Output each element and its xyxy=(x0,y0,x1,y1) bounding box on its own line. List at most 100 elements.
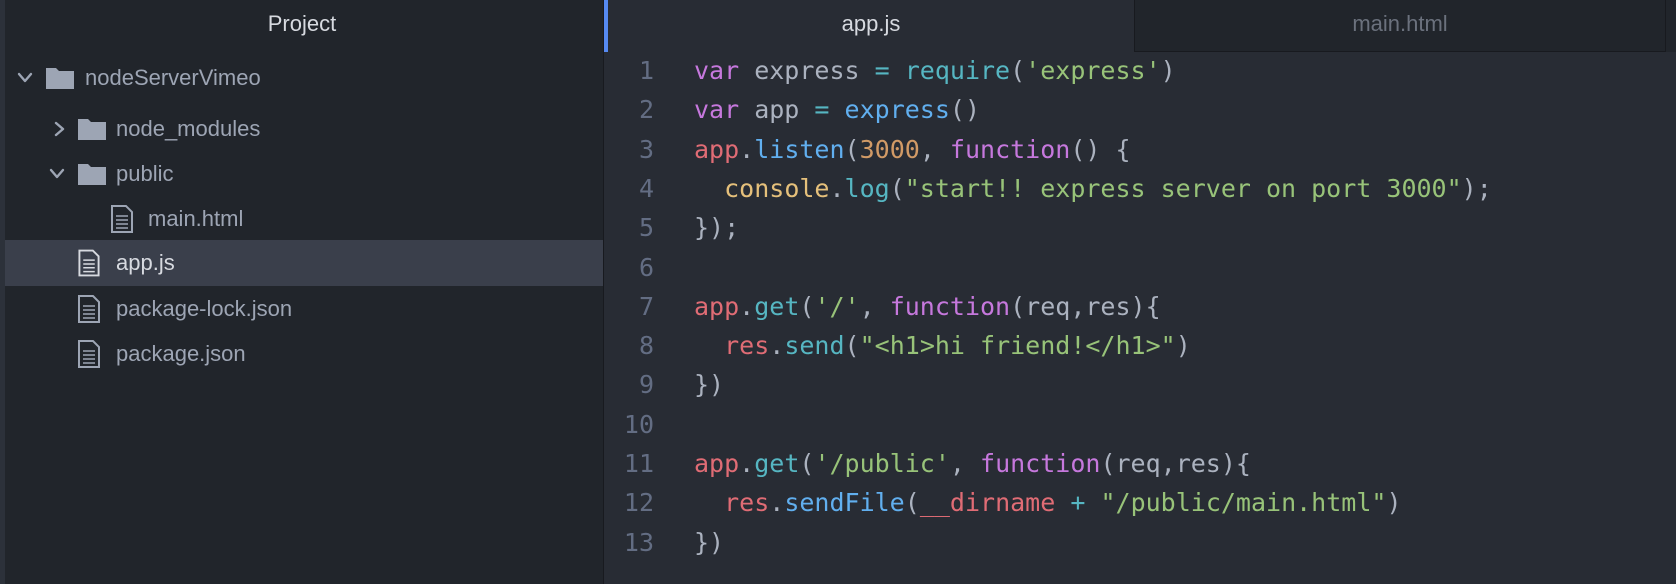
code-line: 11 app.get('/public', function(req,res){ xyxy=(604,443,1676,485)
code-line: 3 app.listen(3000, function() { xyxy=(604,129,1676,171)
tree-panel-title: Project xyxy=(267,11,337,36)
tab-main-html[interactable]: main.html xyxy=(1134,0,1666,52)
code-line: 9}) xyxy=(604,364,1676,406)
tree-item-package-lock-json[interactable]: package-lock.json xyxy=(5,285,603,333)
code-token: ); xyxy=(1461,173,1492,203)
line-number: 5 xyxy=(638,213,654,243)
code-text: }); xyxy=(694,207,739,249)
code-line: 1 var express = require('express') xyxy=(604,50,1676,92)
code-token: listen xyxy=(754,134,845,164)
code-token: , xyxy=(859,291,890,321)
code-token: send xyxy=(784,331,845,361)
tree-item-label: package.json xyxy=(116,341,246,366)
code-token: = xyxy=(814,95,830,125)
code-token: . xyxy=(739,449,755,478)
code-line: 4 console.log("start!! express server on… xyxy=(604,168,1676,210)
code-token: 'express' xyxy=(1025,56,1161,85)
code-token: . xyxy=(769,488,785,518)
file-text-icon xyxy=(110,195,134,243)
file-text-icon xyxy=(77,330,101,378)
code-token: log xyxy=(844,173,890,203)
code-token: get xyxy=(754,291,800,321)
tree-item-label: node_modules xyxy=(116,116,261,141)
code-line: 6 xyxy=(604,247,1676,289)
line-number: 11 xyxy=(623,449,654,478)
code-token: . xyxy=(739,291,755,321)
code-token: express xyxy=(739,56,875,85)
tree-item-node-modules[interactable]: node_modules xyxy=(5,105,603,153)
line-number: 6 xyxy=(638,252,654,282)
line-number: 13 xyxy=(623,527,654,557)
tree-item-public[interactable]: public xyxy=(5,150,603,198)
code-token: , xyxy=(949,449,981,478)
line-number: 2 xyxy=(638,95,654,125)
code-token: '/' xyxy=(814,291,860,321)
code-token: '/public' xyxy=(814,449,950,478)
code-text: app.listen(3000, function() { xyxy=(694,129,1131,171)
code-text: res.send("<h1>hi friend!</h1>") xyxy=(694,325,1191,367)
code-line: 7 app.get('/', function(req,res){ xyxy=(604,286,1676,328)
code-token: 3000 xyxy=(859,134,920,164)
code-token: = xyxy=(874,56,890,85)
code-token: ( xyxy=(799,449,815,478)
code-token: () xyxy=(949,95,981,125)
file-text-icon xyxy=(77,285,101,333)
code-token: (req,res){ xyxy=(1010,291,1161,321)
tree-item-nodeservervimeo[interactable]: nodeServerVimeo xyxy=(5,54,603,102)
chevron-right-icon[interactable] xyxy=(52,105,68,153)
line-number: 8 xyxy=(638,331,654,361)
code-token: . xyxy=(769,331,785,361)
tree-item-label: main.html xyxy=(148,206,244,231)
code-text: var express = require('express') xyxy=(694,50,1176,92)
line-number: 12 xyxy=(623,488,654,518)
code-token: app xyxy=(694,291,740,321)
code-token: function xyxy=(889,291,1011,321)
chevron-down-icon[interactable] xyxy=(49,150,65,198)
code-token: , xyxy=(919,134,950,164)
code-token: ( xyxy=(844,331,860,361)
tree-item-app-js[interactable]: app.js xyxy=(5,240,603,286)
code-token: + xyxy=(1070,488,1086,518)
project-tree-panel: Project nodeServerVimeo node_modules pub… xyxy=(0,0,604,584)
line-number: 9 xyxy=(638,370,654,400)
tab-app-js[interactable]: app.js xyxy=(604,0,1134,52)
code-text: }) xyxy=(694,522,724,564)
file-text-icon xyxy=(77,240,101,286)
code-token: require xyxy=(904,56,1011,85)
code-token: }) xyxy=(694,527,725,557)
folder-icon xyxy=(77,105,107,153)
code-text: app.get('/', function(req,res){ xyxy=(694,286,1161,328)
code-token: "/public/main.html" xyxy=(1100,488,1387,518)
code-token: ( xyxy=(799,291,815,321)
chevron-down-icon[interactable] xyxy=(17,54,33,102)
code-token: . xyxy=(829,173,845,203)
folder-icon xyxy=(45,54,75,102)
tree-item-main-html[interactable]: main.html xyxy=(5,195,603,243)
code-token: function xyxy=(949,134,1071,164)
code-line: 8 res.send("<h1>hi friend!</h1>") xyxy=(604,325,1676,367)
folder-icon xyxy=(77,150,107,198)
line-number: 10 xyxy=(623,409,654,439)
tree-item-package-json[interactable]: package.json xyxy=(5,330,603,378)
tree-item-label: public xyxy=(116,161,174,186)
code-token: ) xyxy=(1386,488,1402,518)
tree-item-label: nodeServerVimeo xyxy=(85,65,261,90)
code-line: 10 xyxy=(604,404,1676,446)
code-token: console xyxy=(724,173,830,203)
line-number: 4 xyxy=(638,173,654,203)
code-token: "<h1>hi friend!</h1>" xyxy=(859,331,1176,361)
code-text: res.sendFile(__dirname + "/public/main.h… xyxy=(694,482,1402,524)
tree-item-label: app.js xyxy=(116,250,175,275)
code-token: __dirname xyxy=(919,488,1056,518)
code-token: ) xyxy=(1160,56,1176,85)
code-token: app xyxy=(694,449,740,478)
code-token: express xyxy=(844,95,950,125)
code-area[interactable]: 1 var express = require('express') 2 var ap… xyxy=(604,52,1676,584)
editor-window: Project nodeServerVimeo node_modules pub… xyxy=(0,0,1676,584)
code-token: var xyxy=(694,56,740,85)
